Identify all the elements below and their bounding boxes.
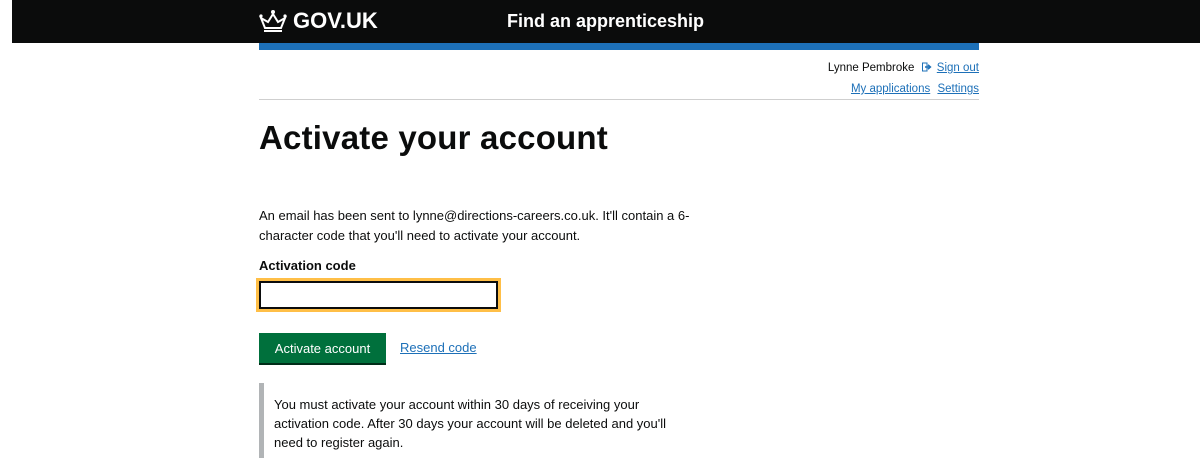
- crown-icon: [259, 10, 287, 32]
- service-name-link[interactable]: Find an apprenticeship: [507, 11, 704, 32]
- user-name: Lynne Pembroke: [827, 62, 915, 74]
- activation-code-input[interactable]: [256, 278, 501, 312]
- sign-out-icon: [921, 62, 932, 72]
- header-stripe: [259, 43, 979, 50]
- page-title: Activate your account: [259, 119, 608, 156]
- activation-notice: You must activate your account within 30…: [259, 383, 679, 458]
- header-divider: [259, 99, 979, 100]
- notice-text: You must activate your account within 30…: [274, 397, 666, 450]
- account-line-links: My applications Settings: [828, 79, 979, 100]
- sign-out-link[interactable]: Sign out: [937, 62, 979, 74]
- account-line-user: Lynne Pembroke Sign out: [828, 58, 979, 79]
- logo-text: GOV.UK: [293, 8, 378, 33]
- activation-code-label: Activation code: [259, 258, 356, 273]
- my-applications-link[interactable]: My applications: [851, 83, 930, 95]
- govuk-logo-link[interactable]: GOV.UK: [258, 8, 378, 34]
- settings-link[interactable]: Settings: [937, 83, 979, 95]
- intro-text: An email has been sent to lynne@directio…: [259, 208, 690, 243]
- account-navigation: Lynne Pembroke Sign out My applications …: [828, 58, 979, 100]
- activate-account-button[interactable]: Activate account: [259, 333, 386, 363]
- resend-code-link[interactable]: Resend code: [400, 340, 477, 355]
